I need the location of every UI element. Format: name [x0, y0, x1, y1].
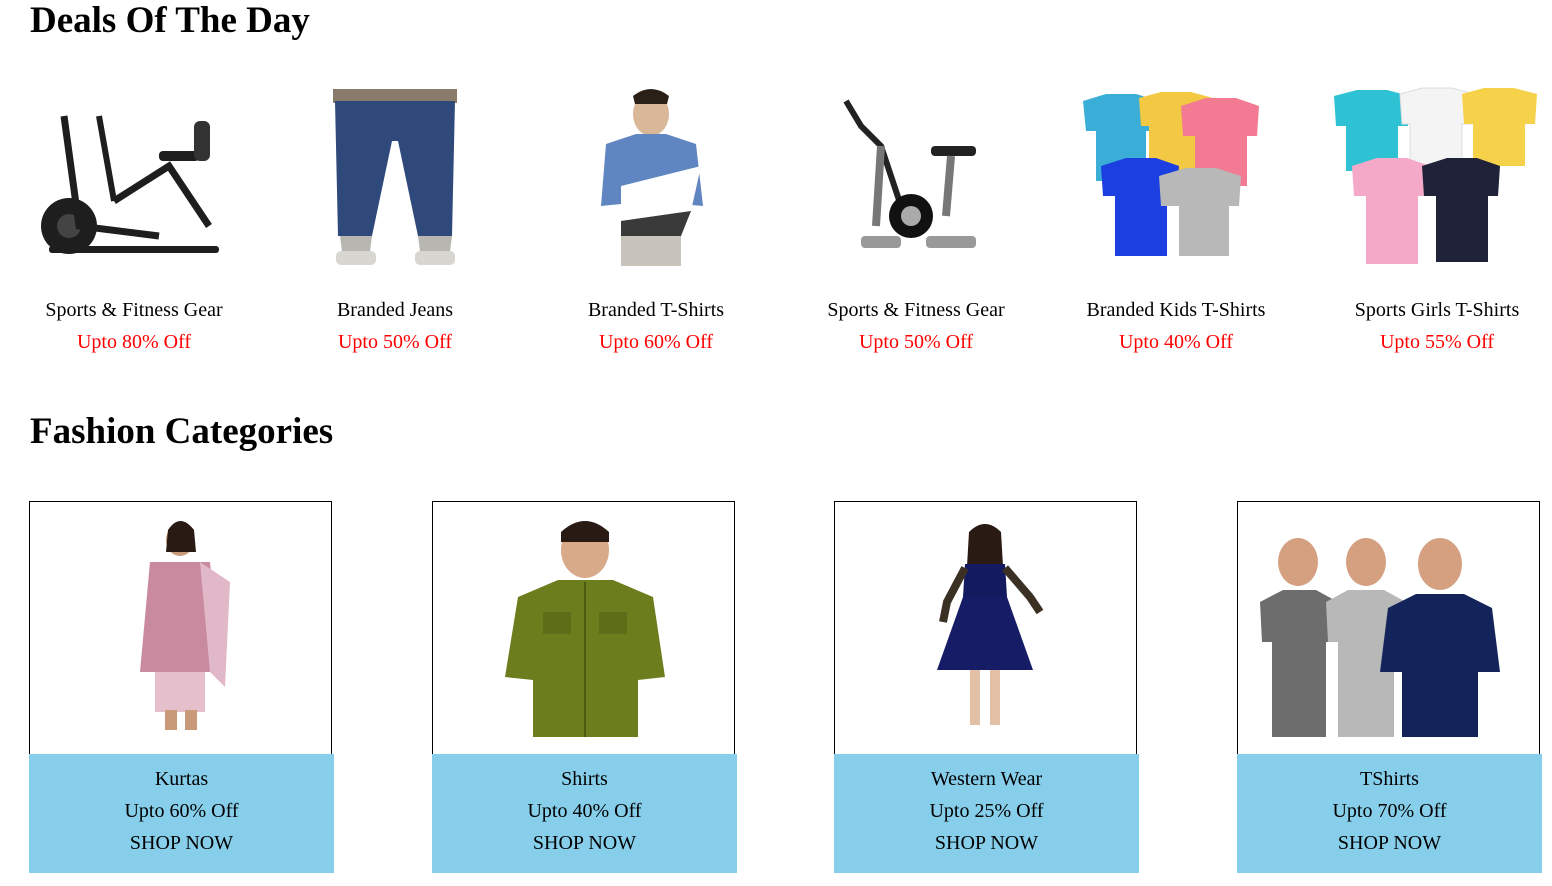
category-offer: Upto 25% Off — [929, 800, 1044, 822]
deal-card[interactable]: Sports Girls T-Shirts Upto 55% Off — [1322, 86, 1552, 356]
air-bike-image[interactable] — [19, 86, 249, 271]
deal-offer: Upto 50% Off — [337, 331, 453, 353]
shirt-image[interactable] — [433, 502, 734, 754]
deal-card[interactable]: Sports & Fitness Gear Upto 80% Off — [19, 86, 249, 356]
category-offer: Upto 70% Off — [1332, 800, 1447, 822]
deal-name: Branded T-Shirts — [587, 299, 725, 321]
deal-offer: Upto 80% Off — [76, 331, 192, 353]
exercise-bike-image[interactable] — [801, 86, 1031, 271]
jeans-image[interactable] — [280, 86, 510, 271]
deal-name: Branded Jeans — [336, 299, 454, 321]
deal-offer: Upto 40% Off — [1118, 331, 1234, 353]
kids-tshirts-image[interactable] — [1061, 86, 1291, 271]
shop-now-button[interactable]: SHOP NOW — [432, 827, 737, 859]
deals-row: Sports & Fitness Gear Upto 80% Off Brand… — [0, 86, 1552, 366]
page: Deals Of The Day Sports & Fitness Gear U… — [0, 0, 1552, 886]
kurta-image[interactable] — [30, 502, 331, 754]
tshirts-image[interactable] — [1238, 502, 1539, 754]
category-info-panel: Western Wear Upto 25% Off SHOP NOW — [834, 754, 1139, 873]
deal-name: Sports & Fitness Gear — [45, 299, 223, 321]
western-dress-image[interactable] — [835, 502, 1136, 754]
category-card-western-wear[interactable]: Western Wear Upto 25% Off SHOP NOW — [834, 501, 1139, 873]
deal-offer: Upto 55% Off — [1379, 331, 1495, 353]
deal-card[interactable]: Branded Jeans Upto 50% Off — [280, 86, 510, 356]
deal-card[interactable]: Branded T-Shirts Upto 60% Off — [541, 86, 771, 356]
deal-name: Branded Kids T-Shirts — [1086, 299, 1266, 321]
category-offer: Upto 60% Off — [124, 800, 239, 822]
category-info-panel: Kurtas Upto 60% Off SHOP NOW — [29, 754, 334, 873]
deal-name: Sports & Fitness Gear — [827, 299, 1005, 321]
category-name: Shirts — [561, 768, 608, 790]
deals-section-title: Deals Of The Day — [30, 0, 310, 41]
girls-tshirts-image[interactable] — [1322, 86, 1552, 271]
category-name: Kurtas — [154, 768, 209, 790]
shop-now-button[interactable]: SHOP NOW — [1237, 827, 1542, 859]
category-card-kurtas[interactable]: Kurtas Upto 60% Off SHOP NOW — [29, 501, 334, 873]
category-info-panel: TShirts Upto 70% Off SHOP NOW — [1237, 754, 1542, 873]
deal-card[interactable]: Sports & Fitness Gear Upto 50% Off — [801, 86, 1031, 356]
deal-offer: Upto 60% Off — [598, 331, 714, 353]
deal-offer: Upto 50% Off — [858, 331, 974, 353]
category-offer: Upto 40% Off — [527, 800, 642, 822]
deal-card[interactable]: Branded Kids T-Shirts Upto 40% Off — [1061, 86, 1291, 356]
shop-now-button[interactable]: SHOP NOW — [834, 827, 1139, 859]
polo-tshirt-image[interactable] — [541, 86, 771, 271]
category-name: Western Wear — [930, 768, 1043, 790]
category-card-tshirts[interactable]: TShirts Upto 70% Off SHOP NOW — [1237, 501, 1542, 873]
deal-name: Sports Girls T-Shirts — [1354, 299, 1520, 321]
category-name: TShirts — [1360, 768, 1419, 790]
shop-now-button[interactable]: SHOP NOW — [29, 827, 334, 859]
category-info-panel: Shirts Upto 40% Off SHOP NOW — [432, 754, 737, 873]
fashion-section-title: Fashion Categories — [30, 411, 334, 452]
category-card-shirts[interactable]: Shirts Upto 40% Off SHOP NOW — [432, 501, 737, 873]
